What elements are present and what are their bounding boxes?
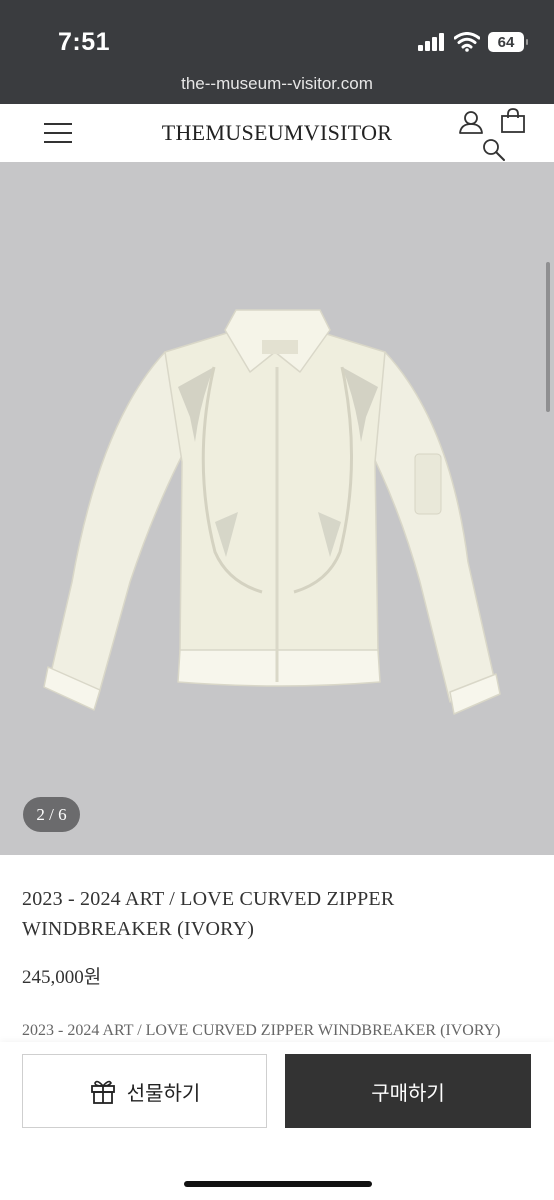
user-icon[interactable] [458,110,484,134]
gift-button[interactable]: 선물하기 [22,1054,267,1128]
wifi-icon [454,32,480,52]
scroll-indicator [546,262,550,412]
signal-icon [418,33,444,51]
url-bar[interactable]: the--museum--visitor.com [0,74,554,94]
status-time: 7:51 [58,28,111,56]
buy-button-label: 구매하기 [371,1080,445,1105]
buy-button[interactable]: 구매하기 [285,1054,531,1128]
gallery-pager: 2 / 6 [23,797,80,832]
battery-indicator: 64 [488,32,528,52]
product-price: 245,000원 [22,967,102,988]
site-header: THEMUSEUMVISITOR [0,104,554,163]
home-indicator [184,1181,372,1187]
bottom-action-bar: 선물하기 구매하기 [0,1042,554,1200]
gift-button-label: 선물하기 [126,1080,201,1105]
shopping-bag-icon[interactable] [500,108,526,134]
browser-top-bar: 7:51 64 the--museum--visitor.com [0,0,554,104]
gift-icon [90,1080,115,1104]
product-title: 2023 - 2024 ART / LOVE CURVED ZIPPER WIN… [22,888,395,940]
header-icons [456,108,526,162]
search-icon[interactable] [482,138,506,162]
product-photo-jacket [43,309,501,715]
product-description-preview: 2023 - 2024 ART / LOVE CURVED ZIPPER WIN… [22,1022,501,1039]
product-image-gallery[interactable]: 2 / 6 [0,162,554,855]
status-icons: 64 [418,32,528,52]
